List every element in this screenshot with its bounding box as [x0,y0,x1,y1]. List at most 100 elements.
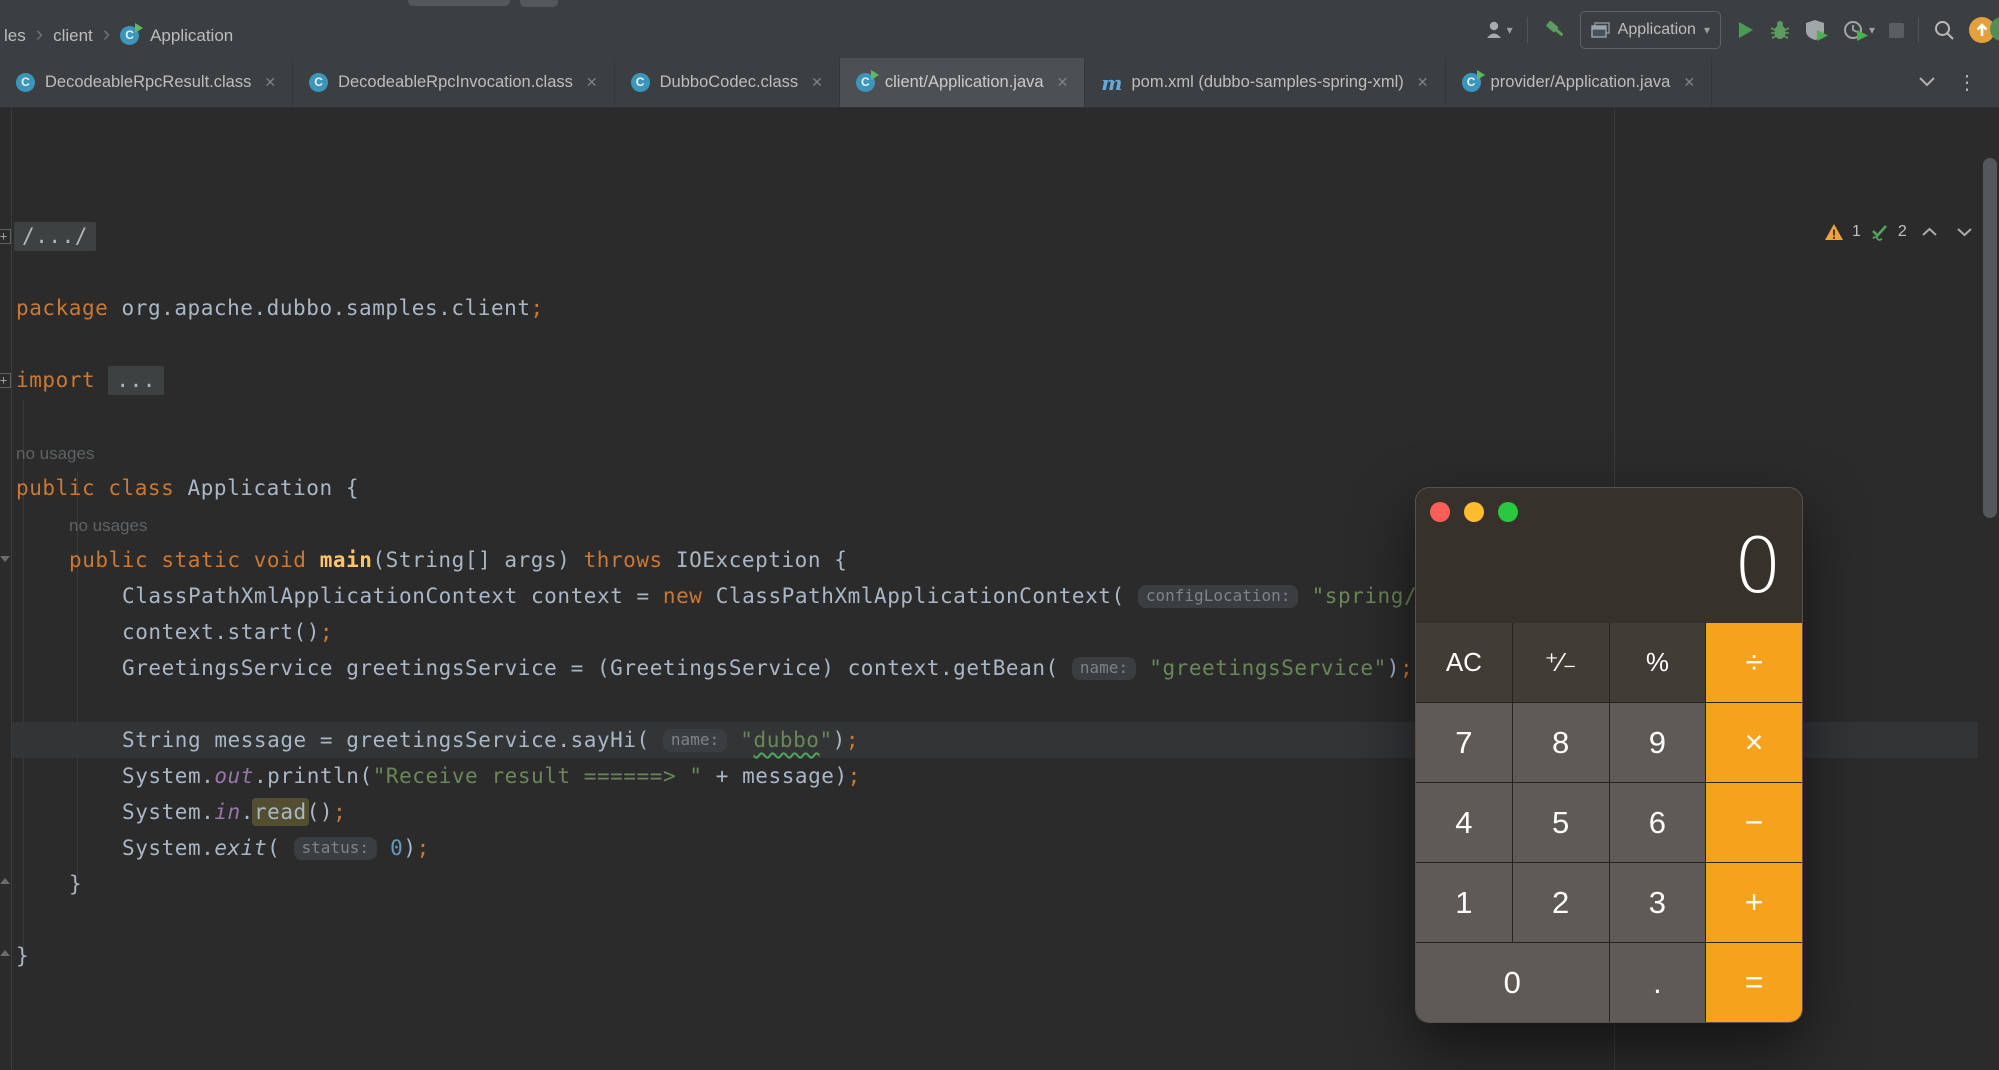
minimize-window-icon[interactable] [1464,502,1484,522]
close-window-icon[interactable] [1430,502,1450,522]
calc-key-1[interactable]: 1 [1416,863,1512,942]
close-tab-icon[interactable]: ✕ [1683,74,1695,91]
tab-client-application-java[interactable]: Cclient/Application.java✕ [840,58,1085,107]
inlay-hint: name: [663,729,727,752]
search-everywhere-icon[interactable] [1933,19,1955,41]
calc-key-=[interactable]: = [1706,943,1802,1022]
close-tab-icon[interactable]: ✕ [1417,74,1429,91]
code-token: new [663,584,703,608]
fold-marker-expand[interactable]: + [0,229,11,244]
inspections-widget[interactable]: 1 2 [1824,222,1973,242]
calc-key-7[interactable]: 7 [1416,703,1512,782]
tab-dubbocodec-class[interactable]: CDubboCodec.class✕ [615,58,840,107]
code-token: } [16,944,29,968]
code-token: ; [848,764,861,788]
run-config-window-icon [1591,22,1610,39]
folded-region[interactable]: /.../ [14,222,96,251]
build-hammer-icon[interactable] [1542,18,1566,42]
code-token: ) [403,836,416,860]
code-line: } [16,938,29,974]
next-problem-chevron-icon[interactable] [1956,227,1973,237]
tab-label: DecodeableRpcResult.class [45,73,251,92]
tab-provider-application-java[interactable]: Cprovider/Application.java ✕ [1446,58,1713,107]
scrollbar-thumb[interactable] [1983,158,1997,518]
calc-key-9[interactable]: 9 [1610,703,1706,782]
calc-key-AC[interactable]: AC [1416,623,1512,702]
run-button[interactable] [1735,20,1755,40]
calc-key-.[interactable]: . [1610,943,1706,1022]
calc-key-0[interactable]: 0 [1416,943,1609,1022]
code-line: /.../ [14,218,96,254]
profiler-button[interactable]: ▾ [1843,19,1875,41]
fold-marker-end[interactable] [0,878,10,884]
code-token: String message = greetingsService.sayHi( [122,728,663,752]
run-class-icon: C [1462,73,1482,93]
close-tab-icon[interactable]: ✕ [264,74,276,91]
calc-key-5[interactable]: 5 [1513,783,1609,862]
code-token: ; [320,620,333,644]
calculator-keypad: AC⁺⁄₋%÷ 789× 456− 123+0.= [1416,623,1802,1022]
code-token: () [307,800,333,824]
code-token [306,548,319,572]
run-configuration-select[interactable]: Application ▾ [1580,11,1721,49]
tabbar-controls: ⋮ [1919,58,1999,107]
code-token: (String[] args) [372,548,583,572]
code-token: System. [122,836,214,860]
tab-options-kebab-icon[interactable]: ⋮ [1957,78,1977,88]
code-line: String message = greetingsService.sayHi(… [122,722,859,758]
calc-key-3[interactable]: 3 [1610,863,1706,942]
calc-key-⁺⁄₋[interactable]: ⁺⁄₋ [1513,623,1609,702]
code-token: package [16,296,108,320]
calc-key-8[interactable]: 8 [1513,703,1609,782]
calculator-window[interactable]: 0 AC⁺⁄₋%÷ 789× 456− 123+0.= [1415,487,1803,1023]
code-token: "spring/ [1312,584,1418,608]
tab-label: provider/Application.java [1491,73,1671,92]
code-token: 0 [390,836,403,860]
code-line: no usages [69,506,147,542]
code-token: ; [846,728,859,752]
weak-warning-count: 2 [1898,223,1907,241]
tab-decodeablerpcresult-class[interactable]: C DecodeableRpcResult.class ✕ [0,58,293,107]
tab-decodeablerpcinvocation-class[interactable]: CDecodeableRpcInvocation.class✕ [293,58,615,107]
code-with-me-users-icon[interactable]: ▾ [1485,20,1513,40]
folded-region[interactable]: ... [108,366,164,395]
chevron-down-icon: ▾ [1869,23,1875,37]
code-token: + message) [703,764,848,788]
run-class-icon: C [856,73,876,93]
run-with-coverage-button[interactable] [1805,19,1829,41]
breadcrumb-item[interactable]: Application [150,26,233,46]
fold-marker-collapse[interactable] [0,556,10,562]
breadcrumb-item[interactable]: les [4,26,26,46]
zoom-window-icon[interactable] [1498,502,1518,522]
main-toolbar: les › client › C Application ▾ Applicati… [0,0,1999,59]
stop-button[interactable] [1889,23,1904,38]
debug-button[interactable] [1769,19,1791,41]
calc-key-+[interactable]: + [1706,863,1802,942]
calc-key-6[interactable]: 6 [1610,783,1706,862]
code-token: ( [267,836,293,860]
prev-problem-chevron-icon[interactable] [1921,227,1938,237]
close-tab-icon[interactable]: ✕ [811,74,823,91]
fold-marker-end[interactable] [0,950,10,956]
hidden-tabs-chevron-icon[interactable] [1919,74,1935,92]
code-token: ; [531,296,544,320]
code-token: " [740,728,753,752]
close-tab-icon[interactable]: ✕ [586,74,598,91]
calc-key-÷[interactable]: ÷ [1706,623,1802,702]
code-token: import [16,368,95,392]
calc-key-2[interactable]: 2 [1513,863,1609,942]
calc-key-×[interactable]: × [1706,703,1802,782]
code-token [1298,584,1311,608]
close-tab-icon[interactable]: ✕ [1057,74,1069,91]
calc-key-%[interactable]: % [1610,623,1706,702]
code-token: ClassPathXmlApplicationContext( [703,584,1138,608]
tab-label: pom.xml (dubbo-samples-spring-xml) [1131,73,1403,92]
class-icon: C [16,73,36,93]
fold-marker-expand[interactable]: + [0,373,11,388]
code-token: } [69,872,82,896]
calc-key-4[interactable]: 4 [1416,783,1512,862]
calc-key-−[interactable]: − [1706,783,1802,862]
breadcrumb-separator-icon: › [103,23,110,45]
breadcrumb-item[interactable]: client [53,26,93,46]
tab-pom-xml-dubbo-samples-spring-xml-[interactable]: mpom.xml (dubbo-samples-spring-xml)✕ [1085,58,1445,107]
